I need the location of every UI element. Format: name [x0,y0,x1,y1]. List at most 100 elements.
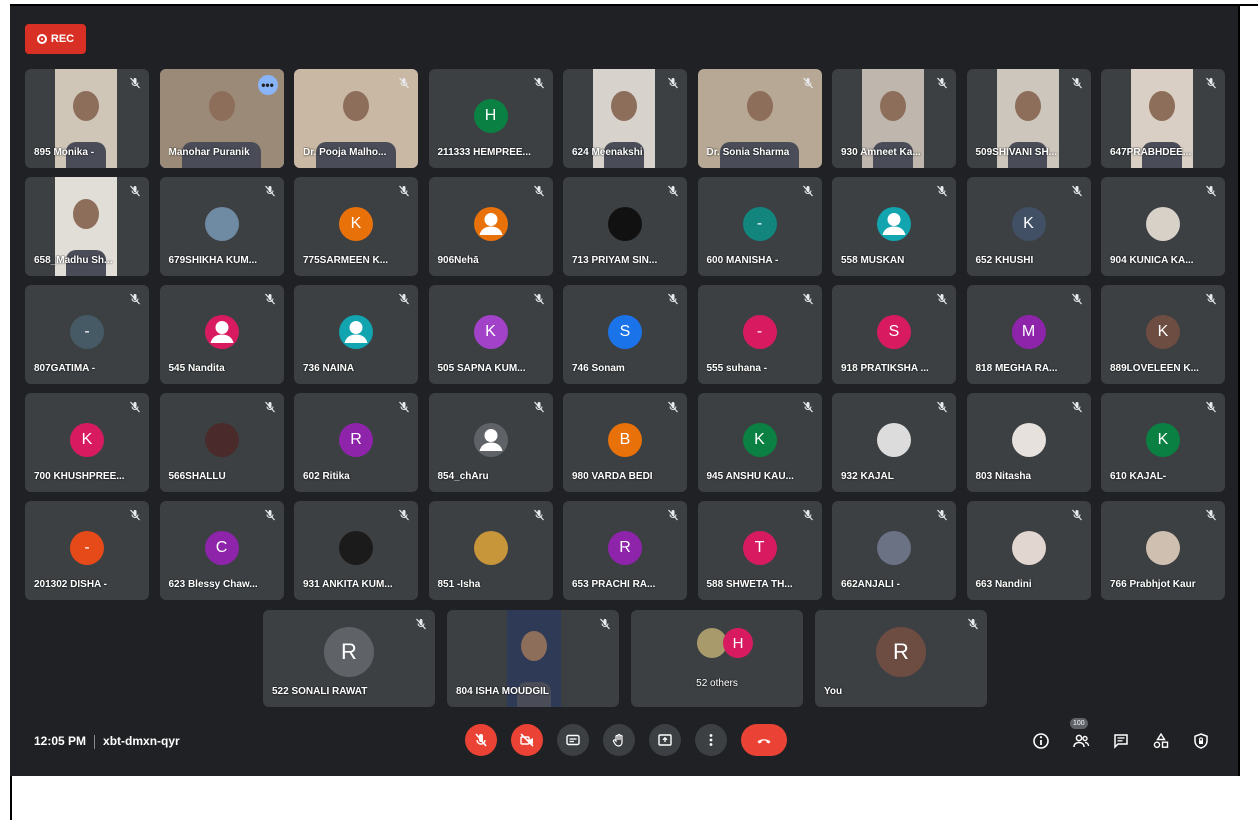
activities-button[interactable] [1152,732,1170,750]
participant-tile[interactable]: 713 PRIYAM SIN... [563,177,687,276]
participant-tile[interactable]: - 555 suhana - [697,285,822,384]
participant-tile[interactable]: Dr. Sonia Sharma [697,69,822,168]
microphone-button[interactable] [465,724,497,756]
participant-tile[interactable]: 679SHIKHA KUM... [159,177,284,276]
participant-tile[interactable]: 930 Amneet Ka... [832,69,956,168]
present-screen-icon [658,734,672,746]
tile-options-button[interactable]: ••• [257,75,278,95]
participant-tile[interactable]: S 746 Sonam [563,285,687,384]
participant-tile[interactable]: 904 KUNICA KA... [1101,177,1225,276]
profile-photo [473,530,508,565]
default-avatar-icon [877,206,911,241]
mic-muted-icon [1071,293,1083,305]
participant-tile[interactable]: K 889LOVELEEN K... [1101,285,1225,384]
participant-name: 566SHALLU [168,471,226,482]
people-button[interactable]: 100 [1070,718,1090,750]
mic-muted-icon [129,293,141,305]
mic-muted-icon [667,401,679,413]
participant-name: Manohar Puranik [168,147,250,158]
participant-tile[interactable]: 895 Monika - [25,69,149,168]
mic-muted-icon [533,185,545,197]
mic-muted-icon [533,77,545,89]
participant-tile[interactable]: 658_Madhu Sh... [25,177,149,276]
participant-name: 623 Blessy Chaw... [168,579,258,590]
participant-tile[interactable]: R You [815,610,987,707]
participant-tile[interactable]: 647PRABHDEE... [1101,69,1225,168]
participant-tile[interactable]: 803 Nitasha [966,393,1091,492]
raise-hand-button[interactable] [603,724,635,756]
participant-face [521,631,547,662]
avatar: K [473,314,508,349]
participant-tile[interactable]: R 522 SONALI RAWAT [263,610,435,707]
participant-tile[interactable]: B 980 VARDA BEDI [563,393,687,492]
present-button[interactable] [649,724,681,756]
others-tile[interactable]: H 52 others [631,610,803,707]
participant-tile[interactable]: K 775SARMEEN K... [294,177,418,276]
participant-tile[interactable]: R 653 PRACHI RA... [563,501,687,600]
participant-name: 211333 HEMPREE... [437,147,531,158]
participant-tile[interactable]: M 818 MEGHA RA... [966,285,1091,384]
captions-button[interactable] [557,724,589,756]
people-icon [1073,734,1090,748]
more-options-button[interactable] [695,724,727,756]
participant-tile[interactable]: - 201302 DISHA - [25,501,149,600]
participant-tile[interactable]: - 807GATIMA - [25,285,149,384]
participant-tile[interactable]: K 610 KAJAL- [1101,393,1225,492]
mic-muted-icon [967,618,979,630]
camera-button[interactable] [511,724,543,756]
participant-name: 600 MANISHA - [706,255,779,266]
default-avatar-icon [204,314,239,349]
mic-muted-icon [1205,185,1217,197]
mic-muted-icon [264,509,276,521]
mic-muted-icon [398,401,410,413]
participant-tile[interactable]: S 918 PRATIKSHA ... [832,285,956,384]
participant-tile[interactable]: T 588 SHWETA TH... [697,501,822,600]
participant-name: You [824,686,843,697]
participant-tile[interactable]: C 623 Blessy Chaw... [159,501,284,600]
participant-tile[interactable]: Dr. Pooja Malho... [294,69,418,168]
participant-name: Dr. Pooja Malho... [303,147,387,158]
profile-photo [339,530,373,565]
participant-tile[interactable]: ••• Manohar Puranik [159,69,284,168]
participant-tile[interactable]: K 945 ANSHU KAU... [697,393,822,492]
participant-bottom-row: R 522 SONALI RAWAT 804 ISHA MOUDGIL H 52 oth… [0,610,1258,709]
leave-call-button[interactable] [741,724,787,756]
profile-photo [877,530,911,565]
participant-name: 775SARMEEN K... [303,255,389,266]
participant-tile[interactable]: H 211333 HEMPREE... [428,69,553,168]
participant-tile[interactable]: K 652 KHUSHI [966,177,1091,276]
participant-tile[interactable]: 804 ISHA MOUDGIL [447,610,619,707]
participant-tile[interactable]: 662ANJALI - [832,501,956,600]
participant-tile[interactable]: 906Nehā [428,177,553,276]
participant-tile[interactable]: 932 KAJAL [832,393,956,492]
meeting-info-button[interactable] [1032,732,1050,750]
participant-tile[interactable]: 736 NAINA [294,285,418,384]
participant-tile[interactable]: 566SHALLU [159,393,284,492]
participant-face [208,90,235,121]
host-controls-button[interactable] [1192,732,1210,750]
participant-tile[interactable]: 663 Nandini [966,501,1091,600]
participant-tile[interactable]: 558 MUSKAN [832,177,956,276]
participant-tile[interactable]: 509SHIVANI SH... [966,69,1091,168]
mic-muted-icon [398,77,410,89]
avatar: M [1011,314,1046,349]
participant-name: 522 SONALI RAWAT [272,686,368,697]
participant-tile[interactable]: 545 Nandita [159,285,284,384]
participant-tile[interactable]: 624 Meenakshi [563,69,687,168]
participant-tile[interactable]: 851 -Isha [428,501,553,600]
avatar: K [742,422,777,457]
avatar: H [723,628,753,658]
participant-tile[interactable]: R 602 Ritika [294,393,418,492]
participant-name: Dr. Sonia Sharma [706,147,790,158]
participant-tile[interactable]: 854_chAru [428,393,553,492]
avatar: - [742,314,777,349]
participant-tile[interactable]: 766 Prabhjot Kaur [1101,501,1225,600]
mic-muted-icon [936,509,948,521]
chat-button[interactable] [1112,732,1130,750]
participant-tile[interactable]: K 700 KHUSHPREE... [25,393,149,492]
participant-tile[interactable]: - 600 MANISHA - [697,177,822,276]
mic-muted-icon [129,185,141,197]
participant-tile[interactable]: K 505 SAPNA KUM... [428,285,553,384]
participant-name: 851 -Isha [437,579,481,590]
participant-tile[interactable]: 931 ANKITA KUM... [294,501,418,600]
